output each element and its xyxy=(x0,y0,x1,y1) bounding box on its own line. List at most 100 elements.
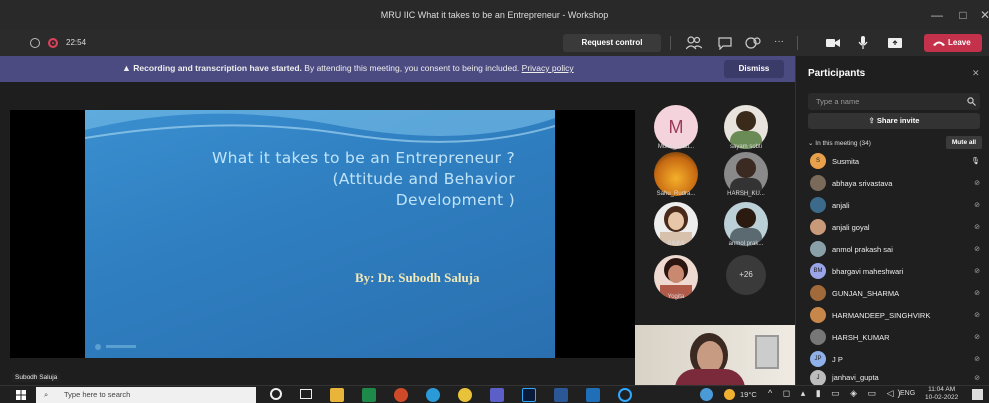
chrome-icon[interactable] xyxy=(458,388,472,402)
participant-name: HARMANDEEP_SINGHVIRK xyxy=(832,310,931,320)
notifications-icon[interactable] xyxy=(972,389,983,400)
privacy-policy-link[interactable]: Privacy policy xyxy=(522,63,574,73)
avatar xyxy=(810,197,826,213)
avatar xyxy=(724,202,768,246)
microphone-icon: 🎙 xyxy=(971,158,980,165)
slide-title-line: Development ) xyxy=(395,191,515,209)
participant-name: GUNJAN_SHARMA xyxy=(832,288,900,298)
participant-tile[interactable] xyxy=(652,255,700,299)
participant-tile[interactable] xyxy=(652,152,700,196)
chat-icon[interactable] xyxy=(718,36,732,50)
mic-off-icon: ⊘ xyxy=(974,202,980,209)
toolbar-divider xyxy=(797,36,798,50)
meeting-toolbar: 22:54 Request control ··· Leave xyxy=(0,30,989,56)
app-tray-icon[interactable] xyxy=(700,388,713,401)
avatar xyxy=(654,202,698,246)
participant-row[interactable]: abhaya srivastava ⊘ xyxy=(810,172,980,194)
avatar: M xyxy=(654,105,698,149)
participant-name: Susmita xyxy=(832,156,860,166)
toolbar-divider xyxy=(670,36,671,50)
mute-all-button[interactable]: Mute all xyxy=(946,136,982,149)
photoshop-icon[interactable] xyxy=(522,388,536,402)
microphone-icon[interactable] xyxy=(858,36,868,50)
close-panel-button[interactable]: ✕ xyxy=(972,68,980,79)
participant-row[interactable]: anjali goyal ⊘ xyxy=(810,216,980,238)
edge-icon[interactable] xyxy=(426,388,440,402)
mic-off-icon: ⊘ xyxy=(974,334,980,341)
mic-off-icon: ⊘ xyxy=(974,246,980,253)
shield-icon xyxy=(30,38,40,48)
banner-text: By attending this meeting, you consent t… xyxy=(301,63,522,73)
participant-name: Yogita xyxy=(667,294,685,300)
participant-row[interactable]: Jjanhavi_gupta ⊘ xyxy=(810,370,980,385)
search-participants-input[interactable]: Type a name xyxy=(808,93,980,110)
close-window-button[interactable]: ✕ xyxy=(968,0,989,30)
participant-row[interactable]: BM bhargavi maheshwari ⊘ xyxy=(810,260,980,282)
teams-icon[interactable] xyxy=(490,388,504,402)
participant-row[interactable]: HARSH_KUMAR ⊘ xyxy=(810,326,980,348)
participant-row[interactable]: S Susmita 🎙 xyxy=(810,150,980,172)
participant-name: J P xyxy=(832,354,843,364)
ie-icon[interactable] xyxy=(618,388,632,402)
reactions-icon[interactable] xyxy=(745,36,761,50)
avatar: BM xyxy=(810,263,826,279)
clock[interactable]: 11:04 AM 10-02-2022 xyxy=(925,386,958,402)
taskbar-search-input[interactable]: ⌕ Type here to search xyxy=(36,387,256,403)
more-options-button[interactable]: ··· xyxy=(774,36,784,47)
avatar xyxy=(810,307,826,323)
participant-name: anjali goyal xyxy=(832,222,870,232)
avatar xyxy=(810,219,826,235)
avatar xyxy=(810,329,826,345)
task-view-icon[interactable] xyxy=(300,389,312,399)
search-placeholder: Type a name xyxy=(816,97,860,106)
recording-banner: ▲ Recording and transcription have start… xyxy=(0,56,795,82)
participant-tile[interactable] xyxy=(652,202,700,246)
more-participants-badge[interactable]: +26 xyxy=(726,255,766,295)
windows-start-icon[interactable] xyxy=(16,390,26,400)
slide-title-line: (Attitude and Behavior xyxy=(332,170,515,188)
avatar: S xyxy=(810,153,826,169)
participant-row[interactable]: JP J P ⊘ xyxy=(810,348,980,370)
people-icon[interactable] xyxy=(686,36,702,50)
camera-icon[interactable] xyxy=(826,38,840,48)
language-indicator[interactable]: ENG xyxy=(900,390,915,397)
section-label: In this meeting (34) xyxy=(815,140,871,147)
section-toggle[interactable]: ⌄ In this meeting (34) xyxy=(808,139,871,147)
file-explorer-icon[interactable] xyxy=(330,388,344,402)
mail-icon[interactable] xyxy=(586,388,600,402)
meeting-timer: 22:54 xyxy=(66,38,87,47)
participant-row[interactable]: HARMANDEEP_SINGHVIRK ⊘ xyxy=(810,304,980,326)
participant-row[interactable]: anmol prakash sai ⊘ xyxy=(810,238,980,260)
participant-tile[interactable] xyxy=(722,105,770,149)
self-video-preview xyxy=(635,325,795,385)
excel-icon[interactable] xyxy=(362,388,376,402)
avatar: JP xyxy=(810,351,826,367)
participant-name: anmol prakash sai xyxy=(832,244,893,254)
weather-icon xyxy=(724,389,735,400)
participant-tile[interactable] xyxy=(722,152,770,196)
powerpoint-icon[interactable] xyxy=(394,388,408,402)
participant-tile[interactable] xyxy=(722,202,770,246)
system-tray-icons[interactable]: ^ ◻ ▴ ▮ ▭ ◈ ▭ ◁) xyxy=(768,388,905,399)
cortana-icon[interactable] xyxy=(270,388,282,400)
search-icon xyxy=(967,97,976,106)
mic-off-icon: ⊘ xyxy=(974,180,980,187)
request-control-button[interactable]: Request control xyxy=(563,34,661,52)
clock-date: 10-02-2022 xyxy=(925,394,959,401)
presenter-name-label: Subodh Saluja xyxy=(12,373,61,382)
participant-row[interactable]: GUNJAN_SHARMA ⊘ xyxy=(810,282,980,304)
avatar xyxy=(654,152,698,196)
avatar xyxy=(654,255,698,299)
participant-tile[interactable]: M xyxy=(652,105,700,149)
share-screen-icon[interactable] xyxy=(888,37,902,49)
windows-taskbar: ⌕ Type here to search 19°C ^ ◻ ▴ ▮ ▭ ◈ ▭… xyxy=(0,385,989,403)
word-icon[interactable] xyxy=(554,388,568,402)
avatar: J xyxy=(810,370,826,385)
participant-row[interactable]: anjali ⊘ xyxy=(810,194,980,216)
participant-name: anmol prak... xyxy=(728,241,764,247)
participant-name: HARSH_KUMAR xyxy=(832,332,890,342)
dismiss-button[interactable]: Dismiss xyxy=(724,60,784,78)
window-titlebar: MRU IIC What it takes to be an Entrepren… xyxy=(0,0,989,30)
share-invite-button[interactable]: ⇪ Share invite xyxy=(808,113,980,129)
participant-name: bhargavi maheshwari xyxy=(832,266,904,276)
